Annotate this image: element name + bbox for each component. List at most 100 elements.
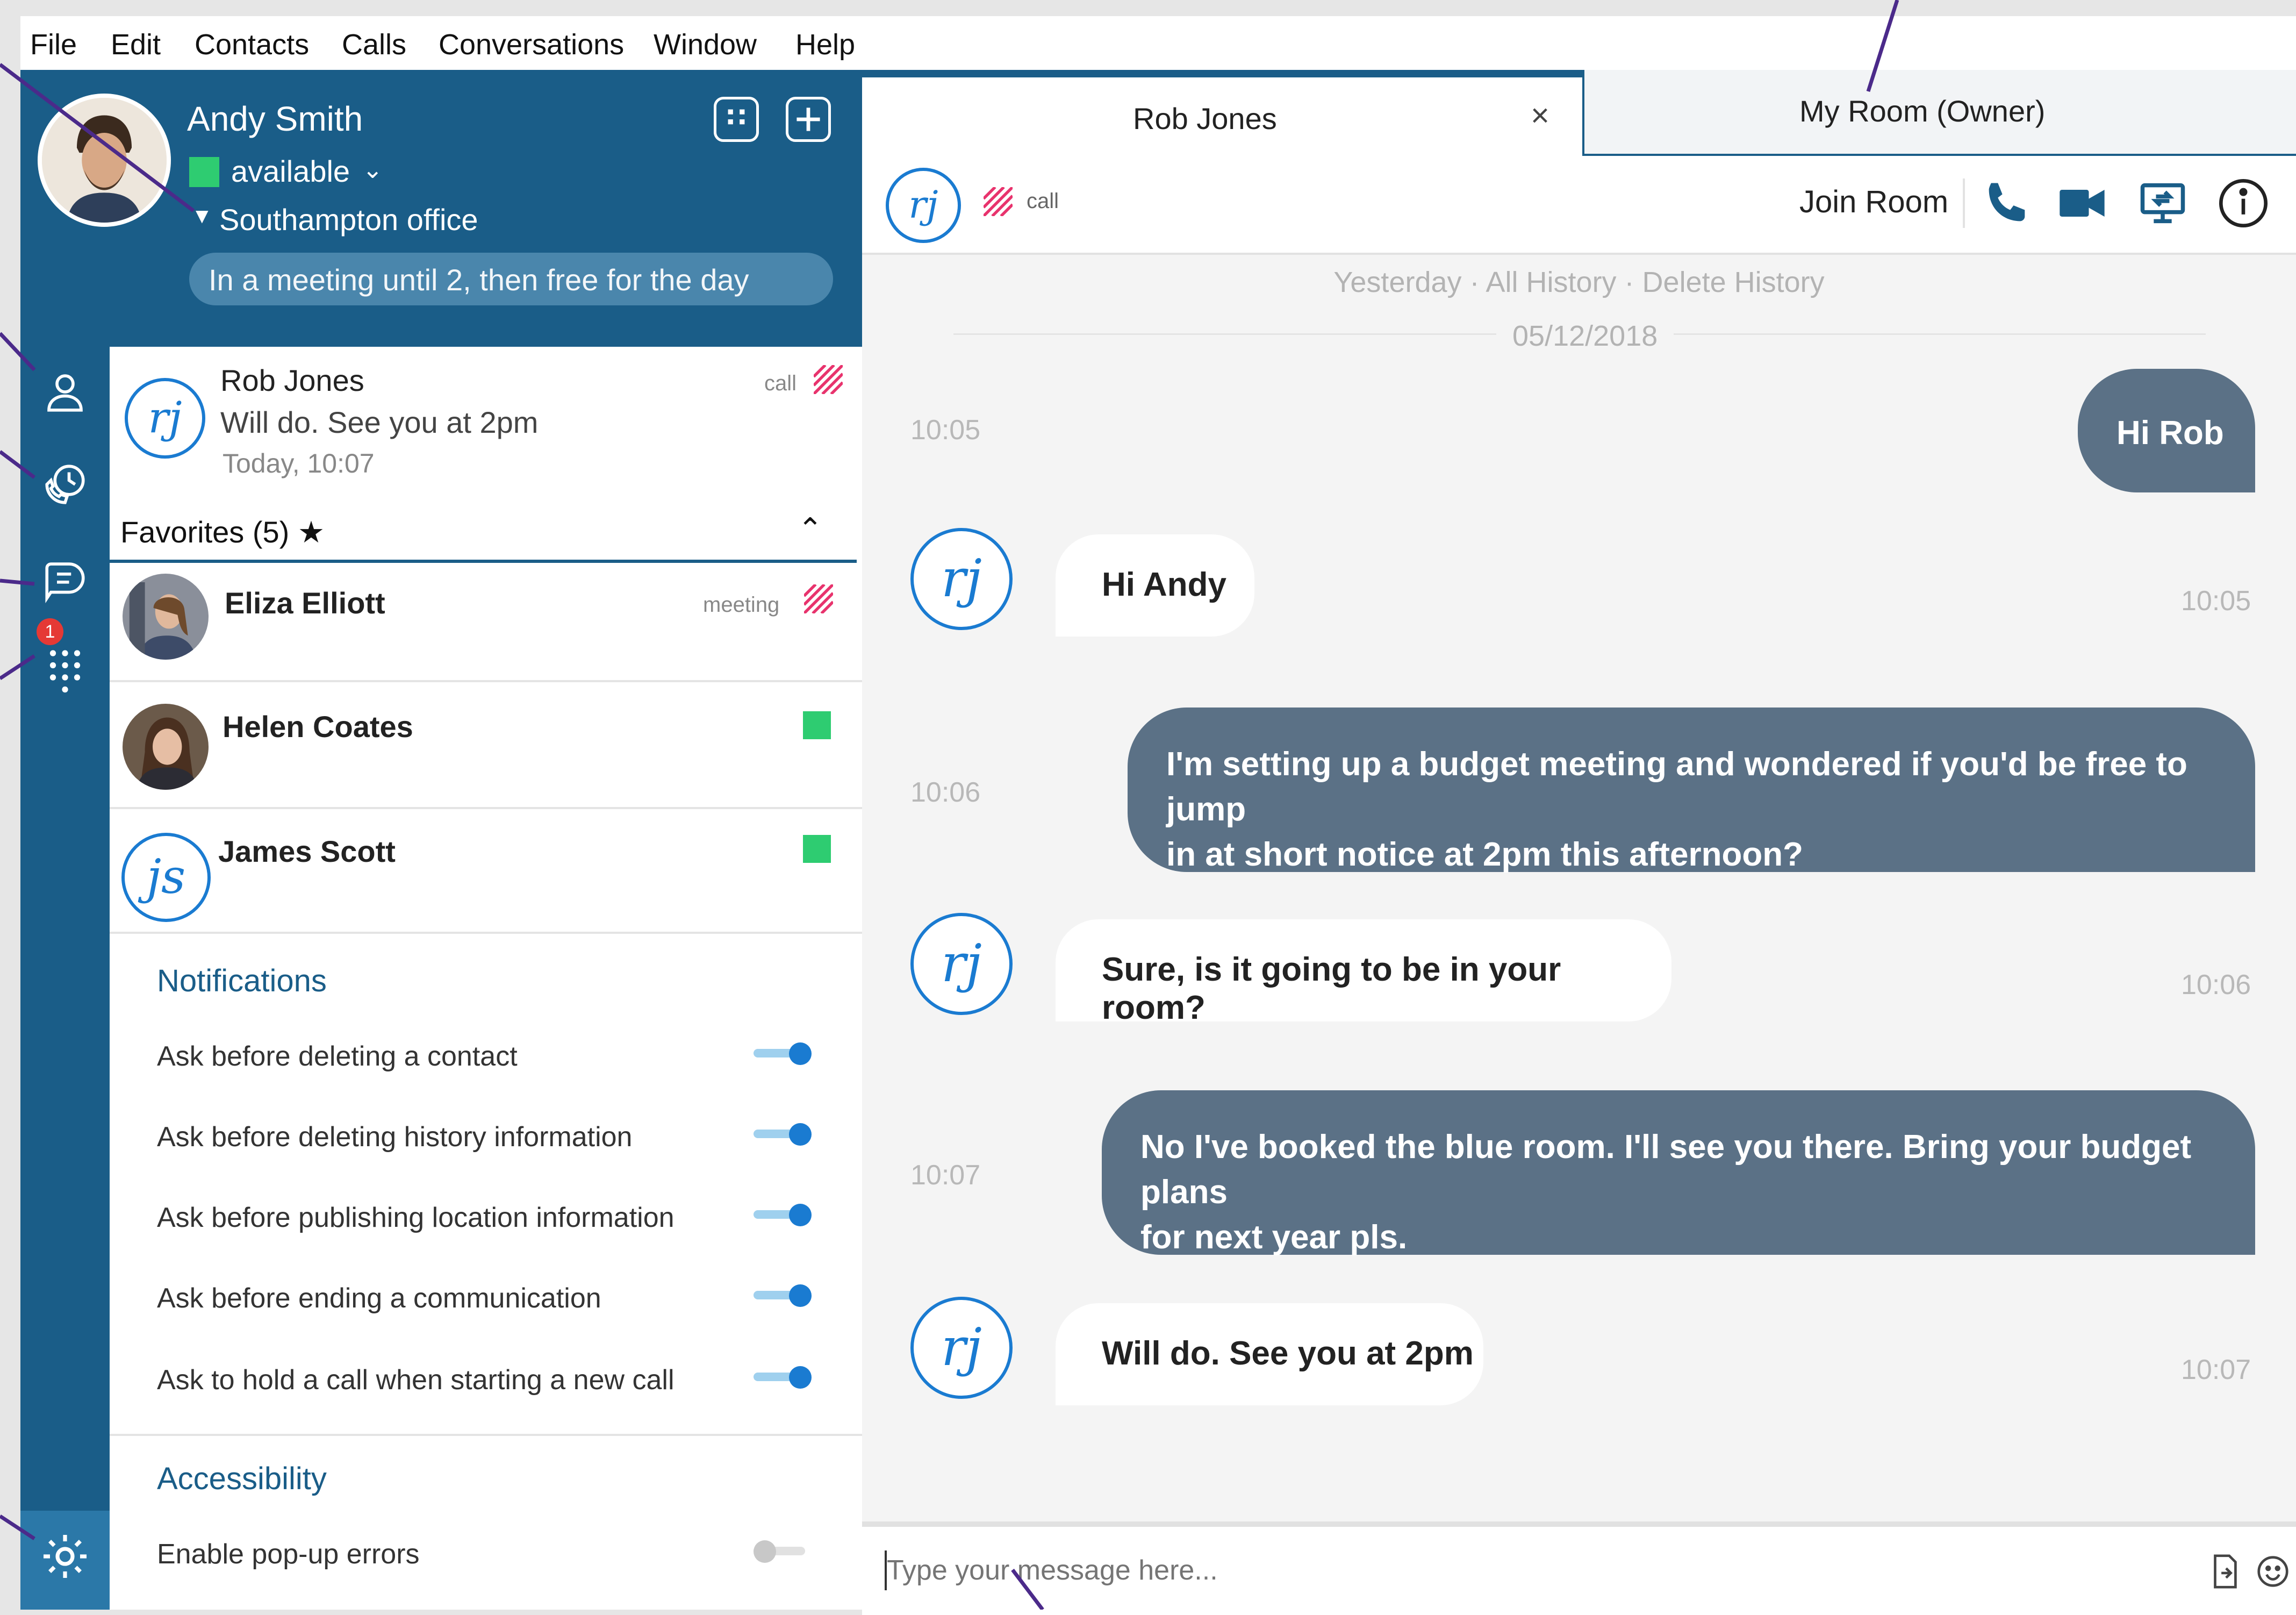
menu-window[interactable]: Window [654, 28, 757, 61]
profile-header: Andy Smith available ⌄ ▼ Southampton off… [38, 70, 862, 347]
outgoing-message[interactable]: I'm setting up a budget meeting and wond… [1128, 708, 2255, 873]
favorite-contact[interactable]: Eliza Elliott meeting [110, 562, 862, 679]
history-links[interactable]: Yesterday · All History · Delete History [862, 266, 2296, 299]
contacts-icon[interactable] [33, 360, 97, 424]
setting-toggle[interactable] [754, 1042, 813, 1065]
favorites-header[interactable]: Favorites (5) ★ ⌃ [110, 503, 857, 563]
setting-toggle[interactable] [754, 1284, 813, 1307]
outgoing-message[interactable]: No I've booked the blue room. I'll see y… [1102, 1090, 2255, 1256]
contacts-panel: rj Rob Jones Will do. See you at 2pm Tod… [110, 347, 864, 1610]
conversation-header: rj call Join Room [862, 156, 2296, 255]
dialpad-icon[interactable] [33, 638, 97, 701]
busy-hatch-icon [984, 187, 1013, 216]
setting-label: Ask to hold a call when starting a new c… [157, 1364, 675, 1396]
setting-label: Ask before deleting a contact [157, 1041, 518, 1072]
message-time: 10:05 [910, 415, 981, 446]
favorite-contact[interactable]: Helen Coates [110, 682, 862, 806]
chevron-up-icon[interactable]: ⌃ [798, 511, 823, 547]
location-label[interactable]: Southampton office [219, 202, 478, 237]
status-note-field[interactable]: In a meeting until 2, then free for the … [189, 253, 833, 305]
presence-status[interactable]: available [231, 154, 350, 189]
chevron-down-icon[interactable]: ⌄ [362, 155, 383, 184]
status-note-text: In a meeting until 2, then free for the … [209, 263, 749, 297]
menu-help[interactable]: Help [795, 28, 855, 61]
presence-indicator [803, 711, 831, 739]
gear-icon [44, 1535, 87, 1578]
favorites-label: Favorites (5) ★ [120, 515, 325, 549]
message-line: for next year pls. [1140, 1219, 1408, 1256]
message-time: 10:07 [2181, 1354, 2251, 1385]
screen-share-icon[interactable] [2136, 176, 2190, 230]
tab-rob-jones[interactable]: Rob Jones × [862, 70, 1582, 156]
settings-button[interactable] [20, 1511, 110, 1602]
setting-label: Ask before ending a communication [157, 1283, 601, 1314]
phone-icon[interactable] [1980, 176, 2034, 230]
contact-avatar: js [121, 833, 211, 922]
setting-label: Ask before deleting history information [157, 1121, 633, 1153]
contact-name: Rob Jones [220, 363, 364, 397]
presence-indicator [189, 157, 219, 187]
contact-name: James Scott [218, 834, 396, 868]
message-history[interactable]: Yesterday · All History · Delete History… [862, 255, 2296, 1521]
setting-label: Ask before publishing location informati… [157, 1202, 675, 1233]
menu-contacts[interactable]: Contacts [195, 28, 309, 61]
attach-file-icon[interactable] [2206, 1553, 2243, 1590]
recent-conversation-item[interactable]: rj Rob Jones Will do. See you at 2pm Tod… [110, 347, 862, 503]
menu-calls[interactable]: Calls [342, 28, 406, 61]
my-avatar[interactable] [38, 94, 171, 227]
menu-conversations[interactable]: Conversations [439, 28, 624, 61]
activity-tag: meeting [703, 593, 780, 617]
contact-name: Eliza Elliott [225, 586, 385, 620]
conversation-tabs: Rob Jones × My Room (Owner) [862, 70, 2296, 156]
setting-toggle[interactable] [754, 1366, 813, 1389]
info-icon[interactable] [2216, 176, 2270, 230]
message-time: 10:06 [2181, 969, 2251, 1001]
message-line: I'm setting up a budget meeting and wond… [1166, 746, 2187, 828]
section-heading-accessibility: Accessibility [157, 1461, 327, 1496]
incoming-message[interactable]: Will do. See you at 2pm [1056, 1303, 1483, 1405]
join-room-button[interactable]: Join Room [1799, 184, 1948, 220]
tab-label: My Room (Owner) [1799, 94, 2046, 128]
location-pin-icon: ▼ [191, 204, 213, 228]
outgoing-message[interactable]: Hi Rob [2078, 369, 2255, 492]
add-contact-button[interactable] [786, 97, 831, 142]
menu-file[interactable]: File [30, 28, 77, 61]
rail-footer [20, 1602, 110, 1610]
close-icon[interactable]: × [1531, 97, 1549, 134]
setting-toggle[interactable] [754, 1540, 813, 1563]
presence-indicator [803, 835, 831, 863]
busy-hatch-icon [804, 584, 833, 613]
incoming-message[interactable]: Sure, is it going to be in your room? [1056, 919, 1671, 1026]
divider [110, 932, 862, 934]
incoming-message[interactable]: Hi Andy [1056, 534, 1254, 637]
contact-photo [123, 704, 209, 790]
setting-label: Enable pop-up errors [157, 1539, 420, 1570]
message-time: 10:06 [910, 777, 981, 808]
participant-avatar: rj [910, 528, 1013, 630]
section-heading-notifications: Notifications [157, 963, 327, 998]
my-name: Andy Smith [187, 99, 363, 138]
plus-icon [797, 108, 820, 131]
menu-edit[interactable]: Edit [111, 28, 161, 61]
busy-hatch-icon [814, 365, 843, 394]
last-message-time: Today, 10:07 [223, 448, 375, 478]
conversations-icon[interactable] [33, 548, 97, 612]
call-history-icon[interactable] [33, 453, 97, 516]
activity-tag: call [764, 371, 797, 395]
setting-toggle[interactable] [754, 1204, 813, 1226]
last-message: Will do. See you at 2pm [220, 405, 539, 439]
message-input[interactable] [886, 1554, 2124, 1587]
message-line: in at short notice at 2pm this afternoon… [1166, 836, 1803, 873]
setting-toggle[interactable] [754, 1123, 813, 1146]
message-line: No I've booked the blue room. I'll see y… [1140, 1128, 2192, 1211]
video-camera-icon[interactable] [2055, 176, 2109, 230]
message-time: 10:07 [910, 1160, 981, 1191]
emoji-icon[interactable] [2254, 1553, 2292, 1590]
directory-button[interactable] [714, 97, 759, 142]
participant-avatar: rj [910, 1297, 1013, 1399]
menu-bar: File Edit Contacts Calls Conversations W… [20, 16, 2296, 70]
favorite-contact[interactable]: js James Scott [110, 809, 862, 931]
tab-my-room[interactable]: My Room (Owner) [1582, 70, 2296, 156]
building-icon [728, 109, 745, 125]
participant-avatar[interactable]: rj [886, 168, 961, 243]
